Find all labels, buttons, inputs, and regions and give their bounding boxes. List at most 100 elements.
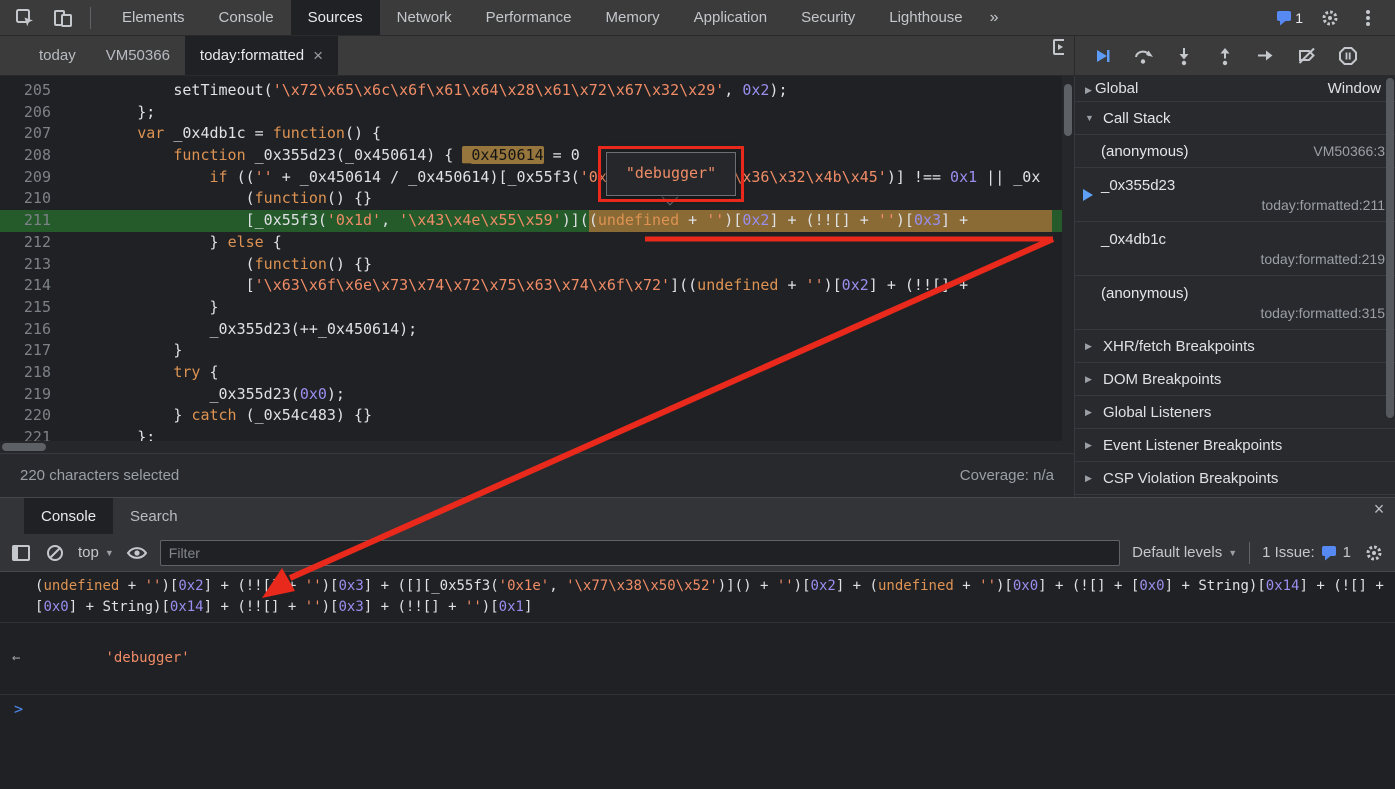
debugger-sidebar: ▶Global Window ▼ Call Stack (anonymous)V… (1075, 76, 1395, 497)
line-number[interactable]: 217 (0, 340, 65, 362)
line-number[interactable]: 213 (0, 254, 65, 276)
show-navigator-icon[interactable] (0, 36, 24, 58)
line-number[interactable]: 208 (0, 145, 65, 167)
code-line[interactable]: 209 if (('' + _0x450614 / _0x450614)[_0x… (0, 167, 1074, 189)
line-number[interactable]: 219 (0, 384, 65, 406)
drawer-tab-console[interactable]: Console (24, 498, 113, 534)
pause-on-exceptions-button[interactable] (1337, 45, 1359, 67)
execution-line[interactable]: 211 [_0x55f3('0x1d', '\x43\x4e\x55\x59')… (0, 210, 1074, 232)
step-button[interactable] (1255, 45, 1277, 67)
code-token: '' (777, 578, 794, 594)
sidebar-section-xhr-fetch-breakpoints[interactable]: ▶XHR/fetch Breakpoints (1075, 330, 1395, 363)
device-toolbar-icon[interactable] (52, 7, 74, 29)
console-settings-gear-icon[interactable] (1363, 542, 1385, 564)
step-over-button[interactable] (1132, 45, 1154, 67)
line-number[interactable]: 211 (0, 210, 65, 232)
panel-tab-security[interactable]: Security (784, 0, 872, 35)
panel-tab-console[interactable]: Console (202, 0, 291, 35)
line-number[interactable]: 214 (0, 275, 65, 297)
code-line[interactable]: 210 (function() {} (0, 188, 1074, 210)
drawer-menu-icon[interactable] (0, 498, 24, 520)
code-line[interactable]: 217 } (0, 340, 1074, 362)
line-number[interactable]: 216 (0, 319, 65, 341)
console-sidebar-icon[interactable] (10, 542, 32, 564)
file-tab[interactable]: today (24, 36, 91, 75)
drawer-tab-search[interactable]: Search (113, 498, 195, 534)
line-number[interactable]: 205 (0, 80, 65, 102)
code-line[interactable]: 216 _0x355d23(++_0x450614); (0, 319, 1074, 341)
line-number[interactable]: 215 (0, 297, 65, 319)
sidebar-scrollbar[interactable] (1386, 78, 1394, 418)
line-number[interactable]: 207 (0, 123, 65, 145)
console-prompt[interactable]: > (0, 695, 1395, 724)
code-token: } (65, 298, 219, 316)
step-out-button[interactable] (1214, 45, 1236, 67)
code-line[interactable]: 205 setTimeout('\x72\x65\x6c\x6f\x61\x64… (0, 80, 1074, 102)
sidebar-section-csp-violation-breakpoints[interactable]: ▶CSP Violation Breakpoints (1075, 462, 1395, 495)
panel-tab-application[interactable]: Application (677, 0, 784, 35)
pretty-print-panel-icon[interactable] (1052, 36, 1074, 58)
code-text: if (('' + _0x450614 / _0x450614)[_0x55f3… (65, 167, 1074, 189)
code-line[interactable]: 207 var _0x4db1c = function() { (0, 123, 1074, 145)
settings-gear-icon[interactable] (1319, 7, 1341, 29)
panel-tab-elements[interactable]: Elements (105, 0, 202, 35)
code-line[interactable]: 206 }; (0, 102, 1074, 124)
close-drawer-icon[interactable]: × (1363, 498, 1395, 520)
console-message[interactable]: (undefined + '')[0x2] + (!![] + '')[0x3]… (0, 572, 1395, 623)
code-editor[interactable]: 205 setTimeout('\x72\x65\x6c\x6f\x61\x64… (0, 76, 1074, 453)
code-line[interactable]: 220 } catch (_0x54c483) {} (0, 405, 1074, 427)
console-output[interactable]: (undefined + '')[0x2] + (!![] + '')[0x3]… (0, 572, 1395, 789)
code-line[interactable]: 218 try { (0, 362, 1074, 384)
console-result[interactable]: ←'debugger' (0, 623, 1395, 695)
live-expression-icon[interactable] (126, 542, 148, 564)
scrollbar-thumb[interactable] (1064, 84, 1072, 136)
code-token: || _0x (977, 168, 1040, 186)
editor-vertical-scrollbar[interactable] (1062, 76, 1074, 453)
code-line[interactable]: 219 _0x355d23(0x0); (0, 384, 1074, 406)
call-stack-frame[interactable]: _0x4db1ctoday:formatted:219 (1075, 222, 1395, 276)
file-tab[interactable]: today:formatted× (185, 36, 338, 75)
filter-input[interactable] (160, 540, 1120, 566)
call-stack-frame[interactable]: _0x355d23today:formatted:211 (1075, 168, 1395, 222)
issues-counter[interactable]: 1 Issue: 1 (1262, 544, 1351, 561)
resume-script-button[interactable] (1091, 45, 1113, 67)
code-line[interactable]: 212 } else { (0, 232, 1074, 254)
panel-tab-lighthouse[interactable]: Lighthouse (872, 0, 979, 35)
sidebar-section-event-listener-breakpoints[interactable]: ▶Event Listener Breakpoints (1075, 429, 1395, 462)
code-line[interactable]: 214 ['\x63\x6f\x6e\x73\x74\x72\x75\x63\x… (0, 275, 1074, 297)
step-into-button[interactable] (1173, 45, 1195, 67)
line-number[interactable]: 210 (0, 188, 65, 210)
panel-tab-sources[interactable]: Sources (291, 0, 380, 35)
call-stack-header[interactable]: ▼ Call Stack (1075, 102, 1395, 135)
line-number[interactable]: 206 (0, 102, 65, 124)
inspect-element-icon[interactable] (14, 7, 36, 29)
code-token: ] (524, 599, 532, 615)
panel-tab-network[interactable]: Network (380, 0, 469, 35)
sidebar-section-global-listeners[interactable]: ▶Global Listeners (1075, 396, 1395, 429)
panel-tab-memory[interactable]: Memory (589, 0, 677, 35)
call-stack-frame[interactable]: (anonymous)today:formatted:315 (1075, 276, 1395, 330)
sidebar-section-dom-breakpoints[interactable]: ▶DOM Breakpoints (1075, 363, 1395, 396)
editor-horizontal-scrollbar[interactable] (0, 441, 1062, 453)
line-number[interactable]: 212 (0, 232, 65, 254)
panel-tab-performance[interactable]: Performance (469, 0, 589, 35)
more-options-icon[interactable] (1357, 7, 1379, 29)
file-tab[interactable]: VM50366 (91, 36, 185, 75)
line-number[interactable]: 220 (0, 405, 65, 427)
close-tab-icon[interactable]: × (313, 47, 323, 64)
scrollbar-thumb[interactable] (2, 443, 46, 451)
panel-tabs-overflow-icon[interactable]: » (980, 0, 1009, 35)
deactivate-breakpoints-button[interactable] (1296, 45, 1318, 67)
log-levels-selector[interactable]: Default levels ▼ (1132, 544, 1237, 561)
context-selector[interactable]: top ▼ (78, 544, 114, 561)
code-line[interactable]: 215 } (0, 297, 1074, 319)
code-token (65, 146, 173, 164)
code-line[interactable]: 208 function _0x355d23(_0x450614) { _0x4… (0, 145, 1074, 167)
line-number[interactable]: 218 (0, 362, 65, 384)
scope-row[interactable]: ▶Global Window (1075, 76, 1395, 102)
issues-badge[interactable]: 1 (1276, 7, 1303, 29)
line-number[interactable]: 209 (0, 167, 65, 189)
clear-console-button[interactable] (44, 542, 66, 564)
call-stack-frame[interactable]: (anonymous)VM50366:3 (1075, 135, 1395, 168)
code-line[interactable]: 213 (function() {} (0, 254, 1074, 276)
